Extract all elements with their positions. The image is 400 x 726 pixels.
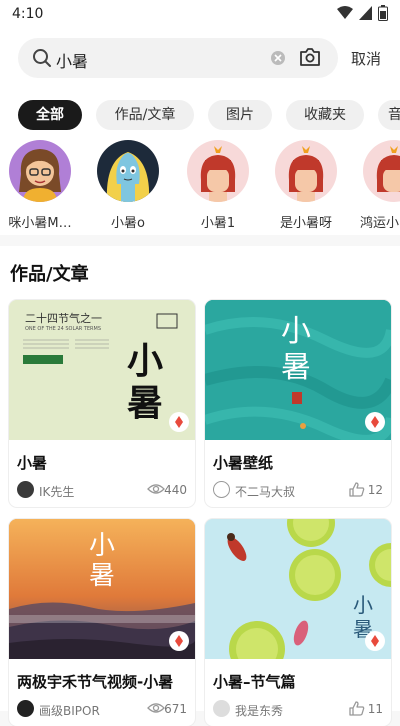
tag-badge [169, 631, 189, 651]
card-meta: 不二马大叔 12 [205, 473, 391, 507]
card-title: 小暑 [17, 454, 48, 472]
card-title: 两极宇禾节气视频-小暑 [17, 673, 174, 691]
user-item[interactable]: 小暑o [88, 140, 168, 231]
cover-calligraphy: 小暑 [281, 314, 311, 385]
card-meta: 画级BIPOR 671 [9, 692, 195, 726]
tag-badge [169, 412, 189, 432]
user-name: 咪小暑M… [8, 216, 72, 231]
user-item[interactable]: 小暑1 [178, 140, 258, 231]
card-cover: 小暑 [9, 519, 195, 659]
card-cover: 二十四节气之一 ONE OF THE 24 SOLAR TERMS 小暑 [9, 300, 195, 440]
search-input[interactable]: 小暑 [18, 38, 338, 78]
avatar [213, 481, 230, 498]
avatar [363, 140, 400, 202]
avatar [187, 140, 249, 202]
clear-icon[interactable] [270, 50, 286, 66]
tab-works[interactable]: 作品/文章 [96, 100, 194, 130]
wifi-icon [337, 6, 353, 19]
filter-tabs: 全部 作品/文章 图片 收藏夹 音 [0, 90, 400, 135]
cover-subheading: ONE OF THE 24 SOLAR TERMS [25, 326, 102, 332]
search-query: 小暑 [56, 52, 89, 71]
tab-all[interactable]: 全部 [18, 100, 82, 130]
card-cover: 小暑 [205, 519, 391, 659]
work-card[interactable]: 小暑 两极宇禾节气视频-小暑 画级BIPOR 671 [9, 519, 195, 726]
card-meta: IK先生 440 [9, 473, 195, 507]
card-title: 小暑壁纸 [213, 454, 274, 472]
user-list: 咪小暑M… 小暑o 小暑1 是小暑呀 鸿运小 [0, 135, 400, 235]
tab-favorites[interactable]: 收藏夹 [286, 100, 364, 130]
avatar [275, 140, 337, 202]
cover-calligraphy: 小暑 [89, 531, 116, 591]
eye-icon [147, 484, 165, 494]
tab-images[interactable]: 图片 [208, 100, 272, 130]
search-bar: 小暑 取消 [0, 28, 400, 90]
card-author: 不二马大叔 [235, 485, 296, 499]
cancel-button[interactable]: 取消 [351, 48, 381, 69]
like-count: 12 [367, 483, 383, 497]
user-item[interactable]: 鸿运小 [354, 140, 400, 231]
eye-icon [147, 703, 165, 713]
work-card[interactable]: 二十四节气之一 ONE OF THE 24 SOLAR TERMS 小暑 小暑 … [9, 300, 195, 507]
status-icons [337, 5, 388, 21]
status-bar: 4:10 [0, 0, 400, 28]
user-name: 小暑1 [200, 216, 236, 231]
camera-icon[interactable] [298, 46, 322, 68]
user-name: 小暑o [111, 216, 145, 231]
battery-icon [378, 5, 388, 21]
works-section: 作品/文章 二十四节气之一 ONE OF THE 24 SOLAR TERMS … [0, 246, 400, 726]
card-title: 小暑–节气篇 [213, 673, 296, 691]
signal-icon [359, 6, 372, 20]
card-author: IK先生 [39, 485, 75, 499]
avatar [9, 140, 71, 202]
tag-badge [365, 631, 385, 651]
tab-audio[interactable]: 音 [378, 100, 400, 130]
view-count: 440 [164, 483, 187, 497]
search-icon [33, 49, 51, 67]
avatar [17, 481, 34, 498]
like-count: 11 [367, 702, 383, 716]
status-time: 4:10 [12, 6, 44, 22]
cover-calligraphy: 小暑 [127, 340, 164, 424]
avatar [17, 700, 34, 717]
card-cover: 小暑 [205, 300, 391, 440]
work-card[interactable]: 小暑 小暑壁纸 不二马大叔 12 [205, 300, 391, 507]
user-item[interactable]: 是小暑呀 [266, 140, 346, 231]
avatar [213, 700, 230, 717]
view-count: 671 [164, 702, 187, 716]
tag-badge [365, 412, 385, 432]
section-title: 作品/文章 [10, 264, 89, 285]
like-icon[interactable] [349, 482, 365, 497]
user-name: 鸿运小 [360, 216, 400, 231]
user-name: 是小暑呀 [279, 216, 332, 231]
work-card[interactable]: 小暑 小暑–节气篇 我是东秀 11 [205, 519, 391, 726]
like-icon[interactable] [349, 701, 365, 716]
cover-heading: 二十四节气之一 [25, 312, 102, 325]
avatar [97, 140, 159, 202]
card-meta: 我是东秀 11 [205, 692, 391, 726]
user-item[interactable]: 咪小暑M… [0, 140, 80, 231]
